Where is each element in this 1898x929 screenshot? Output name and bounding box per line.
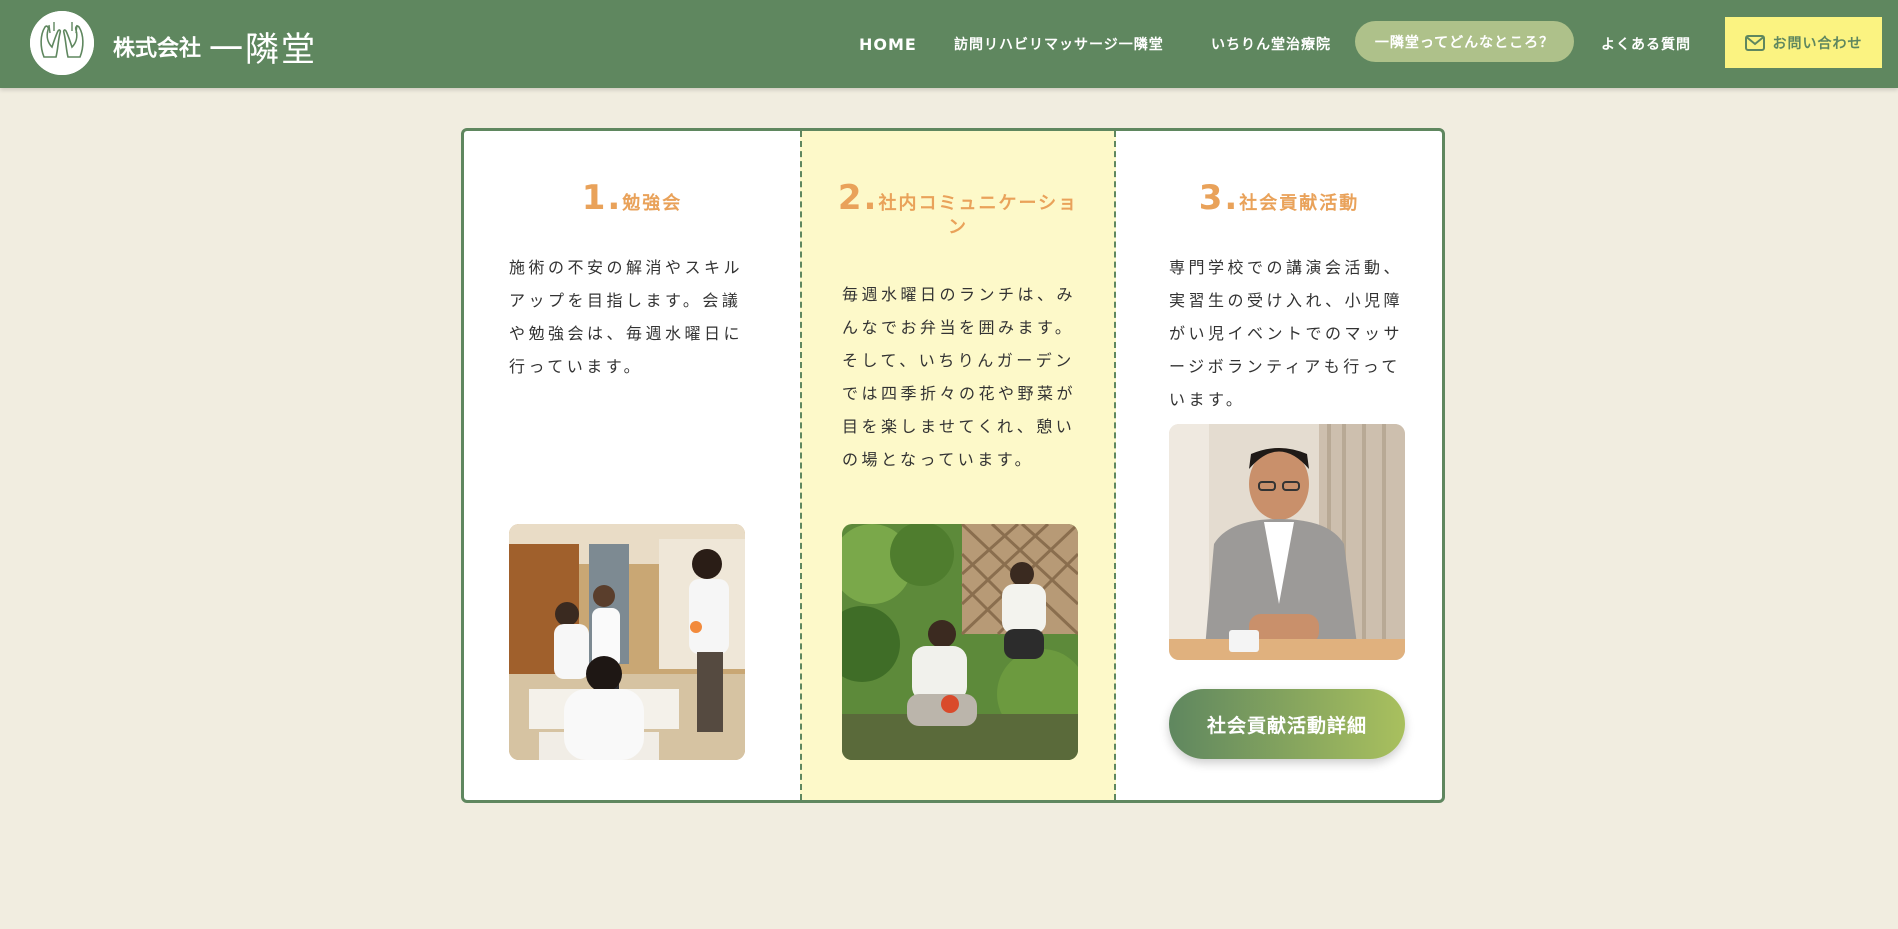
text-line: 毎週水曜日のランチは、み [842, 285, 1077, 304]
feature-title-text: 社内コミュニケーショ [878, 193, 1079, 214]
interview-photo [1169, 424, 1405, 660]
feature-title-wrap: ン [802, 213, 1114, 243]
text-line: そして、いちりんガーデン [842, 351, 1075, 370]
feature-title-text-cont: ン [948, 217, 968, 238]
text-line: んなでお弁当を囲みます。 [842, 318, 1075, 337]
feature-internal-communication: 2.社内コミュニケーショ ン 毎週水曜日のランチは、み んなでお弁当を囲みます。… [800, 131, 1116, 800]
feature-description: 毎週水曜日のランチは、み んなでお弁当を囲みます。 そして、いちりんガーデン で… [842, 278, 1076, 476]
nav-home[interactable]: HOME [859, 0, 917, 88]
text-line: がい児イベントでのマッサ [1169, 324, 1404, 343]
text-line: や勉強会は、毎週水曜日に [509, 324, 744, 343]
garden-photo [842, 524, 1078, 760]
feature-title: 1.勉強会 [464, 181, 800, 219]
feature-number: 1. [581, 178, 623, 218]
feature-description: 施術の不安の解消やスキル アップを目指します。会議 や勉強会は、毎週水曜日に 行… [509, 251, 743, 383]
text-line: 実習生の受け入れ、小児障 [1169, 291, 1404, 310]
logo-text[interactable]: 株式会社 一隣堂 [113, 22, 317, 71]
logo-hands-icon[interactable] [30, 11, 94, 75]
social-contribution-details-button[interactable]: 社会貢献活動詳細 [1169, 689, 1405, 759]
nav-visit-rehab[interactable]: 訪問リハビリマッサージ一隣堂 [954, 0, 1164, 88]
feature-study-session: 1.勉強会 施術の不安の解消やスキル アップを目指します。会議 や勉強会は、毎週… [464, 131, 800, 800]
nav-faq[interactable]: よくある質問 [1601, 0, 1691, 88]
feature-title: 3.社会貢献活動 [1116, 181, 1442, 219]
text-line: います。 [1169, 390, 1246, 409]
logo-company-prefix: 株式会社 [113, 36, 202, 62]
contact-button[interactable]: お問い合わせ [1725, 17, 1882, 68]
text-line: 施術の不安の解消やスキル [509, 258, 744, 277]
text-line: アップを目指します。会議 [509, 291, 742, 310]
text-line: では四季折々の花や野菜が [842, 384, 1077, 403]
nav-clinic[interactable]: いちりん堂治療院 [1211, 0, 1331, 88]
text-line: 目を楽しませてくれ、憩い [842, 417, 1076, 436]
feature-number: 2. [837, 178, 879, 218]
text-line: の場となっています。 [842, 450, 1035, 469]
site-header: 株式会社 一隣堂 HOME 訪問リハビリマッサージ一隣堂 いちりん堂治療院 一隣堂… [0, 0, 1898, 88]
feature-description: 専門学校での講演会活動、 実習生の受け入れ、小児障 がい児イベントでのマッサ ー… [1169, 251, 1403, 416]
contact-label: お問い合わせ [1772, 35, 1863, 52]
logo-company-name: 一隣堂 [209, 30, 318, 70]
mail-icon [1744, 34, 1765, 51]
feature-social-contribution: 3.社会貢献活動 専門学校での講演会活動、 実習生の受け入れ、小児障 がい児イベ… [1116, 131, 1442, 800]
text-line: 行っています。 [509, 357, 644, 376]
feature-title-text: 社会貢献活動 [1239, 193, 1360, 214]
feature-title-text: 勉強会 [622, 193, 683, 214]
features-panel: 1.勉強会 施術の不安の解消やスキル アップを目指します。会議 や勉強会は、毎週… [461, 128, 1445, 803]
treatment-training-photo [509, 524, 745, 760]
feature-number: 3. [1198, 178, 1240, 218]
text-line: 専門学校での講演会活動、 [1169, 258, 1404, 277]
text-line: ージボランティアも行って [1169, 357, 1401, 376]
nav-about-button[interactable]: 一隣堂ってどんなところ？ [1355, 21, 1574, 62]
